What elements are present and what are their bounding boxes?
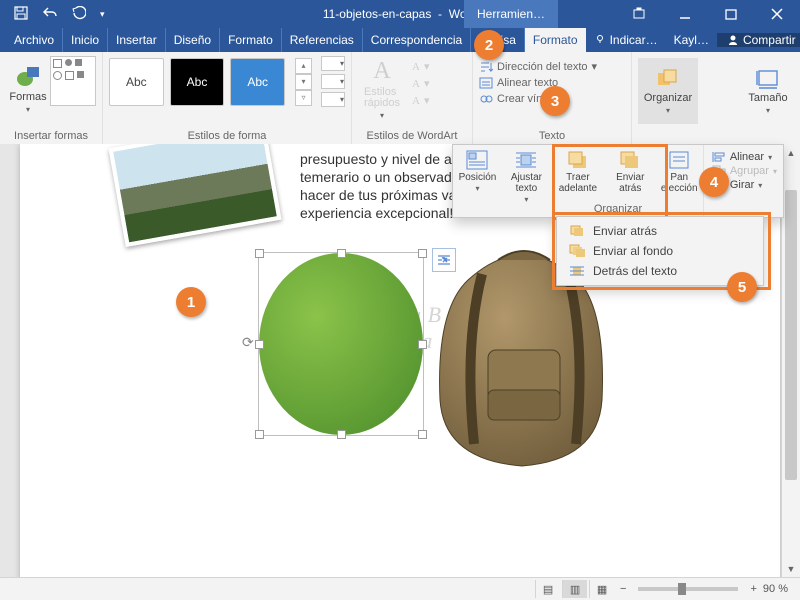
style-gallery-scroll[interactable]: ▴▾▿ [295, 58, 312, 106]
scroll-down-icon[interactable]: ▼ [782, 560, 800, 578]
tab-correspondencia[interactable]: Correspondencia [363, 28, 471, 52]
zoom-slider[interactable] [638, 587, 738, 591]
style-thumb-2[interactable]: Abc [170, 58, 225, 106]
close-button[interactable] [754, 0, 800, 28]
tab-referencias[interactable]: Referencias [282, 28, 363, 52]
title-bar: ▾ 11-objetos-en-capas - Word Herramien… [0, 0, 800, 28]
ribbon-tabs: Archivo Inicio Insertar Diseño Formato R… [0, 28, 800, 52]
minimize-button[interactable] [662, 0, 708, 28]
web-layout-icon[interactable]: ▦ [589, 580, 614, 598]
tab-archivo[interactable]: Archivo [0, 28, 63, 52]
group-label-wordart: Estilos de WordArt [358, 130, 466, 144]
zoom-level[interactable]: 90 % [763, 583, 788, 595]
quick-access-toolbar: ▾ [0, 6, 111, 23]
scroll-thumb[interactable] [785, 190, 797, 480]
align-button[interactable]: Alinear ▾ [712, 151, 777, 163]
qat-more-icon[interactable]: ▾ [100, 9, 105, 20]
tab-diseno[interactable]: Diseño [166, 28, 220, 52]
account-name[interactable]: Kayl… [666, 33, 717, 47]
group-label-text: Texto [479, 130, 625, 144]
tab-inicio[interactable]: Inicio [63, 28, 108, 52]
read-mode-icon[interactable]: ▤ [535, 580, 560, 598]
view-switcher[interactable]: ▤ ▥ ▦ [535, 580, 614, 598]
group-label-styles: Estilos de forma [109, 130, 345, 144]
group-insert-shapes: Formas▾ Insertar formas [0, 52, 103, 144]
wordart-options[interactable]: A ▾ A ▾ A ▾ [412, 56, 429, 122]
inserted-photo[interactable] [109, 144, 282, 247]
organize-flyout-label: Organizar [453, 203, 783, 215]
tell-me[interactable]: Indicar… [586, 33, 666, 47]
selected-shape[interactable] [258, 252, 424, 436]
save-icon[interactable] [14, 6, 28, 23]
layout-options-icon[interactable] [432, 248, 456, 272]
quick-styles-button[interactable]: A Estilos rápidos▾ [358, 56, 406, 122]
callout-4: 4 [699, 167, 729, 197]
organize-flyout: Posición▾ Ajustar texto▾ Traer adelante … [452, 144, 784, 218]
menu-send-backward[interactable]: Enviar atrás [557, 221, 763, 241]
callout-2: 2 [474, 30, 504, 60]
group-wordart: A Estilos rápidos▾ A ▾ A ▾ A ▾ Estilos d… [352, 52, 473, 144]
redo-icon[interactable] [72, 6, 86, 23]
green-oval[interactable] [259, 253, 423, 435]
maximize-button[interactable] [708, 0, 754, 28]
callout-5: 5 [727, 272, 757, 302]
group-arrange: Organizar▾ Tamaño▾ [632, 52, 800, 144]
shapes-button[interactable]: Formas▾ [6, 56, 50, 122]
style-thumb-1[interactable]: Abc [109, 58, 164, 106]
scroll-up-icon[interactable]: ▲ [782, 144, 800, 162]
status-bar: ▤ ▥ ▦ − + 90 % [0, 577, 800, 600]
zoom-in-button[interactable]: + [750, 583, 756, 595]
print-layout-icon[interactable]: ▥ [562, 580, 587, 598]
ribbon-options-icon[interactable] [616, 0, 662, 28]
text-direction[interactable]: Dirección del texto ▾ [479, 60, 625, 73]
style-thumb-3[interactable]: Abc [230, 58, 285, 106]
body-text: presupuesto y nivel de av temerario o un… [300, 150, 463, 222]
callout-3: 3 [540, 86, 570, 116]
zoom-out-button[interactable]: − [620, 583, 626, 595]
shapes-gallery[interactable] [50, 56, 96, 106]
ribbon: Formas▾ Insertar formas Abc Abc Abc ▴▾▿ [0, 52, 800, 145]
menu-send-to-back[interactable]: Enviar al fondo [557, 241, 763, 261]
organize-button[interactable]: Organizar▾ [638, 58, 698, 124]
undo-icon[interactable] [42, 6, 58, 23]
group-label-insert: Insertar formas [6, 130, 96, 144]
shape-fill-outline[interactable]: ▾▾▾ [321, 56, 345, 107]
tab-formato1[interactable]: Formato [220, 28, 282, 52]
share-button[interactable]: Compartir [717, 33, 800, 47]
size-button[interactable]: Tamaño▾ [742, 58, 794, 124]
callout-1: 1 [176, 287, 206, 317]
tab-insertar[interactable]: Insertar [108, 28, 166, 52]
group-shape-styles: Abc Abc Abc ▴▾▿ ▾▾▾ Estilos de forma [103, 52, 352, 144]
tab-formato-active[interactable]: Formato [525, 28, 586, 52]
rotate-handle-icon[interactable]: ⟳ [242, 334, 254, 351]
help-area: Indicar… Kayl… Compartir [586, 28, 800, 52]
contextual-tab-header: Herramien… [464, 0, 558, 28]
